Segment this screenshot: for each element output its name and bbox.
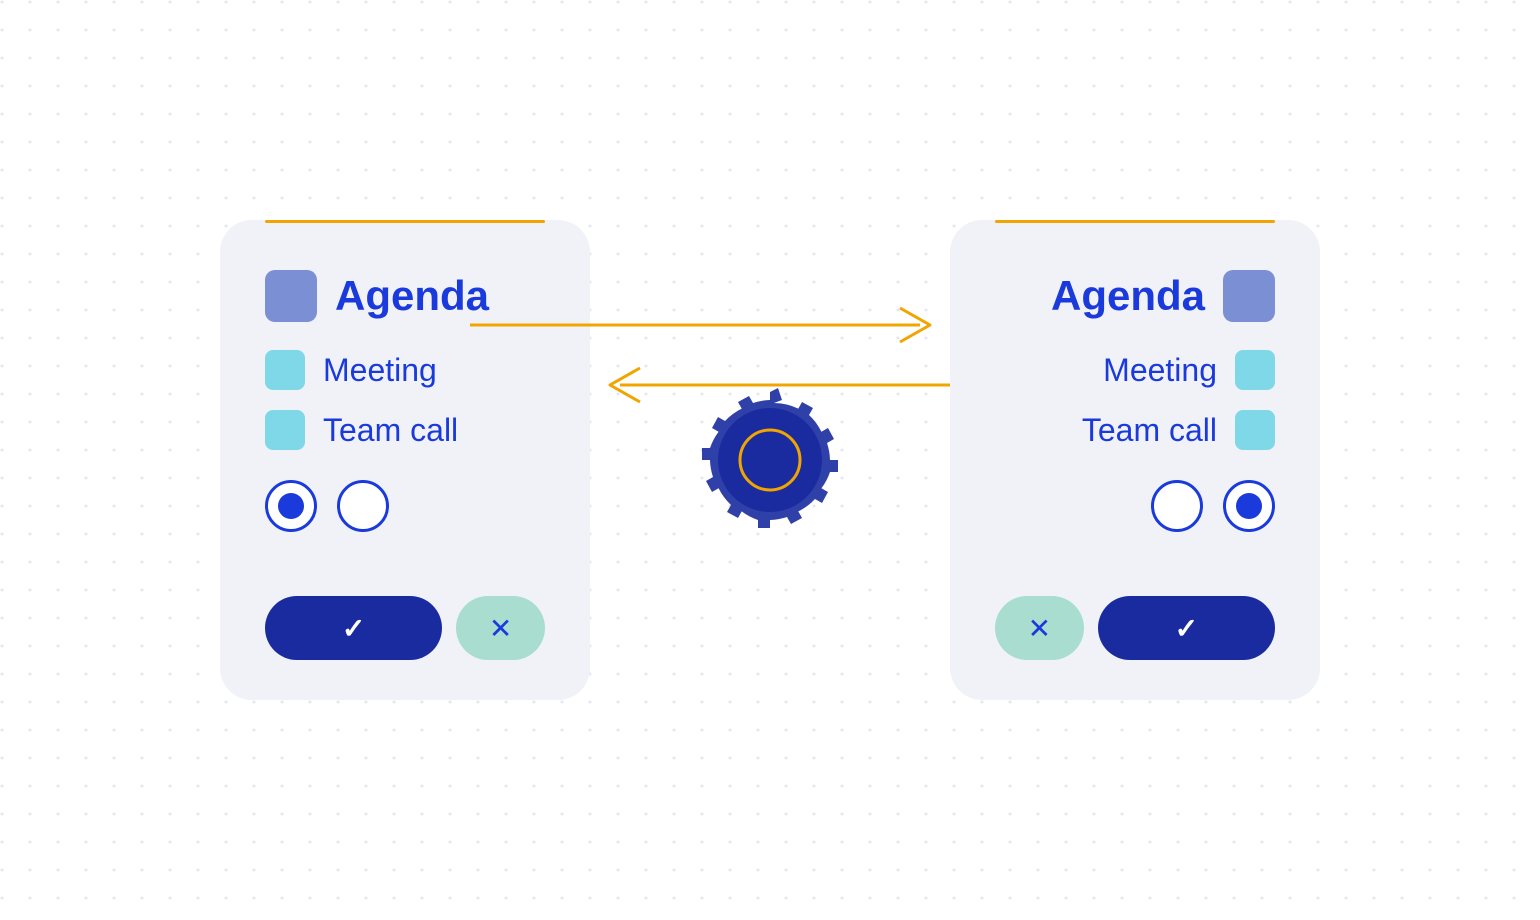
left-meeting-icon <box>265 350 305 390</box>
gear-container <box>690 380 850 540</box>
right-card-title-row: Agenda <box>995 270 1275 322</box>
left-radio-1[interactable] <box>265 480 317 532</box>
left-card-buttons: ✓ ✕ <box>220 596 590 700</box>
left-radios <box>265 480 545 532</box>
left-agenda-icon <box>265 270 317 322</box>
right-card: Agenda Meeting Team call ✓ ✕ <box>950 220 1320 700</box>
right-agenda-icon <box>1223 270 1275 322</box>
right-meeting-row: Meeting <box>995 350 1275 390</box>
middle-section <box>590 380 950 540</box>
left-meeting-label: Meeting <box>323 352 437 389</box>
right-teamcall-row: Team call <box>995 410 1275 450</box>
gear-svg <box>690 380 850 540</box>
left-confirm-button[interactable]: ✓ <box>265 596 442 660</box>
right-radio-2[interactable] <box>1223 480 1275 532</box>
right-card-buttons: ✓ ✕ <box>950 596 1320 700</box>
right-radio-1[interactable] <box>1151 480 1203 532</box>
right-cancel-button[interactable]: ✕ <box>995 596 1084 660</box>
right-meeting-label: Meeting <box>1103 352 1217 389</box>
right-teamcall-label: Team call <box>1082 412 1217 449</box>
left-radio-2[interactable] <box>337 480 389 532</box>
left-cancel-button[interactable]: ✕ <box>456 596 545 660</box>
left-cancel-icon: ✕ <box>489 612 512 645</box>
right-card-title: Agenda <box>1051 272 1205 320</box>
left-card-top-line <box>265 220 545 223</box>
right-meeting-icon <box>1235 350 1275 390</box>
right-radios <box>995 480 1275 532</box>
right-confirm-icon: ✓ <box>1175 612 1198 645</box>
left-teamcall-icon <box>265 410 305 450</box>
right-confirm-button[interactable]: ✓ <box>1098 596 1275 660</box>
left-confirm-icon: ✓ <box>342 612 365 645</box>
left-teamcall-label: Team call <box>323 412 458 449</box>
right-teamcall-icon <box>1235 410 1275 450</box>
right-cancel-icon: ✕ <box>1028 612 1051 645</box>
main-scene: Agenda Meeting Team call ✓ ✕ <box>170 220 1370 700</box>
right-card-top-line <box>995 220 1275 223</box>
